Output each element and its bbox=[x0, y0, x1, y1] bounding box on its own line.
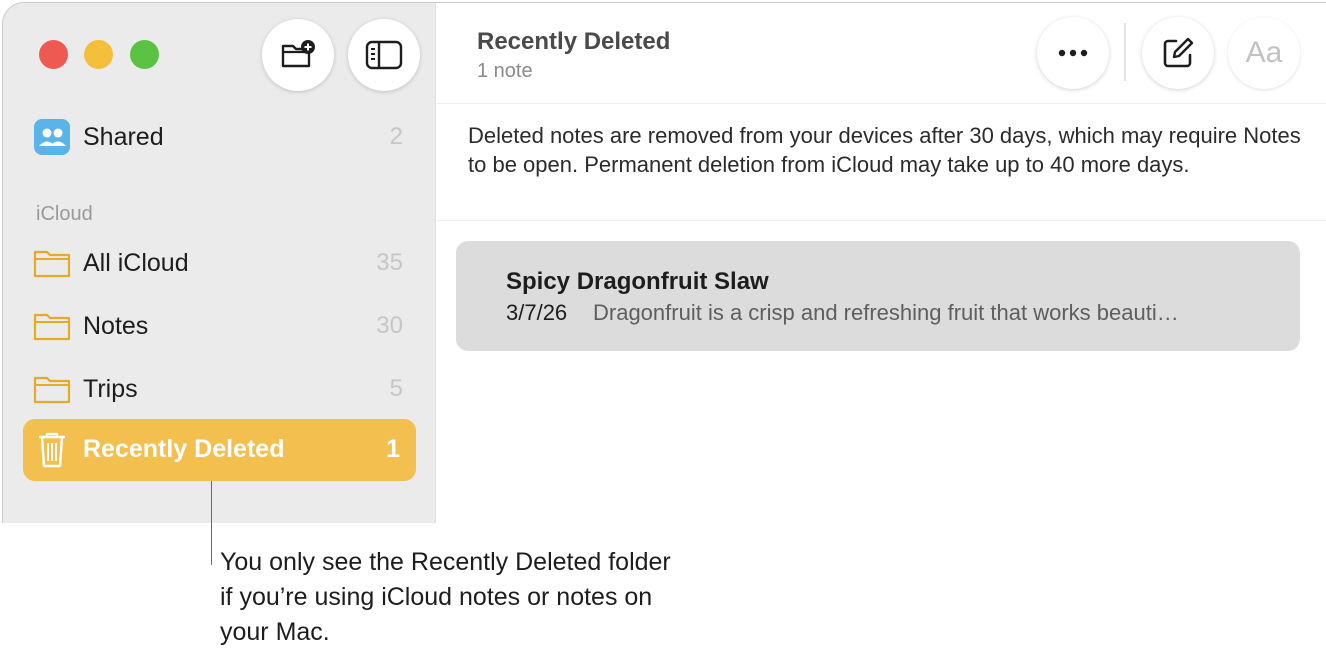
folder-icon bbox=[33, 376, 71, 404]
sidebar-item-count: 2 bbox=[389, 123, 403, 150]
sidebar-item-label: Shared bbox=[83, 122, 164, 151]
sidebar-item-count: 5 bbox=[389, 375, 403, 402]
sidebar-item-label: All iCloud bbox=[83, 248, 189, 277]
new-folder-icon bbox=[281, 40, 315, 68]
page-title: Recently Deleted bbox=[477, 28, 671, 55]
note-date: 3/7/26 bbox=[506, 300, 568, 325]
note-preview: Dragonfruit is a crisp and refreshing fr… bbox=[593, 300, 1179, 325]
notes-window: Shared 2 iCloud All iCloud 35 Notes 30 T… bbox=[2, 2, 1326, 523]
minimize-window-button[interactable] bbox=[84, 40, 113, 69]
callout-text: You only see the Recently Deleted folder… bbox=[220, 548, 671, 646]
note-title: Spicy Dragonfruit Slaw bbox=[506, 268, 769, 295]
toolbar-divider bbox=[1124, 23, 1126, 81]
trash-icon bbox=[39, 432, 65, 468]
compose-icon bbox=[1163, 37, 1194, 68]
sidebar-item-count: 35 bbox=[376, 249, 403, 276]
shared-icon bbox=[34, 119, 70, 155]
info-divider bbox=[437, 220, 1326, 221]
close-window-button[interactable] bbox=[39, 40, 68, 69]
more-icon bbox=[1058, 49, 1088, 57]
zoom-window-button[interactable] bbox=[130, 40, 159, 69]
sidebar-item-label: Recently Deleted bbox=[83, 435, 285, 463]
sidebar: Shared 2 iCloud All iCloud 35 Notes 30 T… bbox=[3, 3, 436, 523]
compose-button[interactable] bbox=[1142, 17, 1214, 89]
sidebar-item-trips[interactable]: Trips 5 bbox=[33, 369, 403, 409]
format-label: Aa bbox=[1245, 36, 1283, 69]
sidebar-item-count: 1 bbox=[386, 435, 400, 463]
sidebar-item-recently-deleted[interactable]: Recently Deleted 1 bbox=[23, 419, 416, 481]
sidebar-item-shared[interactable]: Shared 2 bbox=[33, 117, 403, 157]
sidebar-item-all-icloud[interactable]: All iCloud 35 bbox=[33, 243, 403, 283]
sidebar-item-label: Trips bbox=[83, 374, 138, 403]
folder-icon bbox=[33, 313, 71, 341]
sidebar-toggle-button[interactable] bbox=[348, 19, 420, 91]
sidebar-item-notes[interactable]: Notes 30 bbox=[33, 306, 403, 346]
header-divider bbox=[437, 103, 1326, 104]
more-button[interactable] bbox=[1037, 17, 1109, 89]
section-label-icloud: iCloud bbox=[36, 203, 93, 225]
deletion-info-text: Deleted notes are removed from your devi… bbox=[468, 123, 1301, 177]
folder-icon bbox=[33, 250, 71, 278]
new-folder-button[interactable] bbox=[262, 19, 334, 91]
note-list-item[interactable]: Spicy Dragonfruit Slaw 3/7/26 Dragonfrui… bbox=[456, 241, 1300, 351]
sidebar-item-label: Notes bbox=[83, 311, 149, 340]
note-count: 1 note bbox=[477, 60, 533, 82]
format-button[interactable]: Aa bbox=[1228, 17, 1300, 89]
sidebar-item-count: 30 bbox=[376, 312, 403, 339]
callout-line bbox=[211, 481, 212, 565]
sidebar-toggle-icon bbox=[365, 40, 403, 70]
